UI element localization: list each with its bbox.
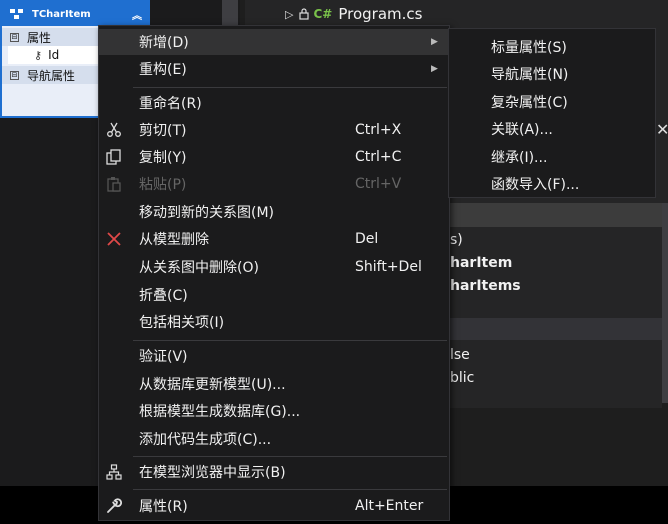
- menu-item-add-code-generation[interactable]: 添加代码生成项(C)...: [99, 426, 449, 452]
- menu-item-shortcut: Shift+Del: [355, 259, 422, 275]
- menu-item-add[interactable]: 新增(D) ▶: [99, 29, 449, 55]
- menu-separator: [133, 340, 447, 341]
- menu-item-shortcut: Ctrl+X: [355, 122, 402, 138]
- menu-item-refactor[interactable]: 重构(E) ▶: [99, 56, 449, 82]
- wrench-icon: [105, 497, 123, 515]
- section-nav-label: 导航属性: [27, 68, 76, 83]
- menu-item-copy[interactable]: 复制(Y) Ctrl+C: [99, 144, 449, 170]
- submenu-item-complex-property[interactable]: 复杂属性(C): [491, 92, 568, 112]
- submenu-item-inheritance[interactable]: 继承(I)...: [491, 147, 547, 167]
- menu-item-label: 验证(V): [139, 349, 188, 365]
- menu-item-include-related[interactable]: 包括相关项(I): [99, 309, 449, 335]
- scissors-icon: [105, 121, 123, 139]
- menu-item-label: 复制(Y): [139, 150, 187, 166]
- property-value[interactable]: harItems: [448, 274, 662, 297]
- menu-item-cut[interactable]: 剪切(T) Ctrl+X: [99, 117, 449, 143]
- menu-item-update-from-database[interactable]: 从数据库更新模型(U)...: [99, 371, 449, 397]
- delete-x-icon: [105, 230, 123, 248]
- menu-item-label: 重命名(R): [139, 96, 202, 112]
- property-value-text: harItems: [450, 277, 521, 294]
- menu-item-move-to-new-diagram[interactable]: 移动到新的关系图(M): [99, 199, 449, 225]
- menu-item-validate[interactable]: 验证(V): [99, 343, 449, 369]
- properties-category-header: [448, 203, 662, 227]
- menu-item-label: 新增(D): [139, 35, 189, 51]
- properties-scrollbar[interactable]: [662, 203, 668, 403]
- context-menu: 新增(D) ▶ 重构(E) ▶ 重命名(R) 剪切(T) Ctrl+X 复制(Y…: [98, 25, 450, 521]
- close-icon[interactable]: ✕: [656, 120, 668, 139]
- property-value-text: lse: [450, 346, 470, 363]
- solution-item-program[interactable]: ▷ C# Program.cs: [245, 0, 668, 28]
- menu-separator: [133, 489, 447, 490]
- menu-item-label: 折叠(C): [139, 288, 188, 304]
- submenu-arrow-icon: ▶: [431, 64, 438, 74]
- entity-icon: [10, 9, 23, 19]
- menu-item-label: 包括相关项(I): [139, 315, 225, 331]
- copy-icon: [105, 148, 123, 166]
- entity-title: TCharItem: [32, 8, 91, 20]
- menu-item-shortcut: Ctrl+C: [355, 149, 402, 165]
- section-toggle-icon[interactable]: ⊟: [10, 70, 19, 80]
- menu-item-show-in-model-browser[interactable]: 在模型浏览器中显示(B): [99, 459, 449, 485]
- menu-item-shortcut: Del: [355, 231, 379, 247]
- menu-item-shortcut: Alt+Enter: [355, 498, 424, 514]
- menu-item-properties[interactable]: 属性(R) Alt+Enter: [99, 493, 449, 519]
- menu-separator: [133, 87, 447, 88]
- menu-item-delete-from-model[interactable]: 从模型删除 Del: [99, 226, 449, 252]
- submenu-item-function-import[interactable]: 函数导入(F)...: [491, 174, 579, 194]
- collapse-chevron-icon[interactable]: ︽: [132, 7, 142, 22]
- expand-triangle-icon[interactable]: ▷: [285, 8, 293, 21]
- property-value[interactable]: s): [448, 228, 662, 251]
- menu-item-label: 从关系图中删除(O): [139, 260, 259, 276]
- submenu-item-navigation-property[interactable]: 导航属性(N): [491, 64, 568, 84]
- menu-item-label: 剪切(T): [139, 123, 187, 139]
- add-submenu: 标量属性(S) 导航属性(N) 复杂属性(C) 关联(A)... 继承(I)..…: [448, 28, 656, 198]
- menu-item-rename[interactable]: 重命名(R): [99, 90, 449, 116]
- menu-item-label: 根据模型生成数据库(G)...: [139, 404, 301, 420]
- property-value-text: harItem: [450, 254, 513, 271]
- menu-item-label: 粘贴(P): [139, 177, 187, 193]
- csharp-file-icon: C#: [313, 7, 333, 21]
- property-value[interactable]: lse: [448, 343, 662, 366]
- section-toggle-icon[interactable]: ⊟: [10, 32, 19, 42]
- menu-item-label: 添加代码生成项(C)...: [139, 432, 272, 448]
- property-value-text: blic: [450, 369, 475, 386]
- submenu-item-scalar-property[interactable]: 标量属性(S): [491, 37, 567, 57]
- menu-item-label: 重构(E): [139, 62, 187, 78]
- menu-item-label: 移动到新的关系图(M): [139, 205, 275, 221]
- hierarchy-icon: [105, 463, 123, 481]
- property-value[interactable]: harItem: [448, 251, 662, 274]
- section-properties-label: 属性: [27, 30, 52, 45]
- menu-item-delete-from-diagram[interactable]: 从关系图中删除(O) Shift+Del: [99, 254, 449, 280]
- menu-item-collapse[interactable]: 折叠(C): [99, 282, 449, 308]
- menu-item-label: 属性(R): [139, 499, 188, 515]
- menu-separator: [133, 456, 447, 457]
- property-value-text: s): [450, 231, 463, 248]
- key-icon: ⚷: [34, 48, 43, 62]
- menu-item-paste[interactable]: 粘贴(P) Ctrl+V: [99, 171, 449, 197]
- submenu-arrow-icon: ▶: [431, 37, 438, 47]
- paste-icon: [105, 175, 123, 193]
- menu-item-generate-database[interactable]: 根据模型生成数据库(G)...: [99, 398, 449, 424]
- entity-header[interactable]: TCharItem ︽: [2, 2, 148, 26]
- menu-item-label: 从模型删除: [139, 232, 209, 248]
- solution-file-name: Program.cs: [338, 5, 423, 23]
- property-id-label: Id: [48, 48, 60, 62]
- submenu-item-association[interactable]: 关联(A)...: [491, 119, 553, 139]
- menu-item-label: 在模型浏览器中显示(B): [139, 465, 286, 481]
- properties-category-header: [448, 318, 662, 340]
- menu-item-label: 从数据库更新模型(U)...: [139, 377, 286, 393]
- property-value[interactable]: blic: [448, 366, 662, 389]
- lock-icon: [299, 8, 310, 20]
- menu-item-shortcut: Ctrl+V: [355, 176, 402, 192]
